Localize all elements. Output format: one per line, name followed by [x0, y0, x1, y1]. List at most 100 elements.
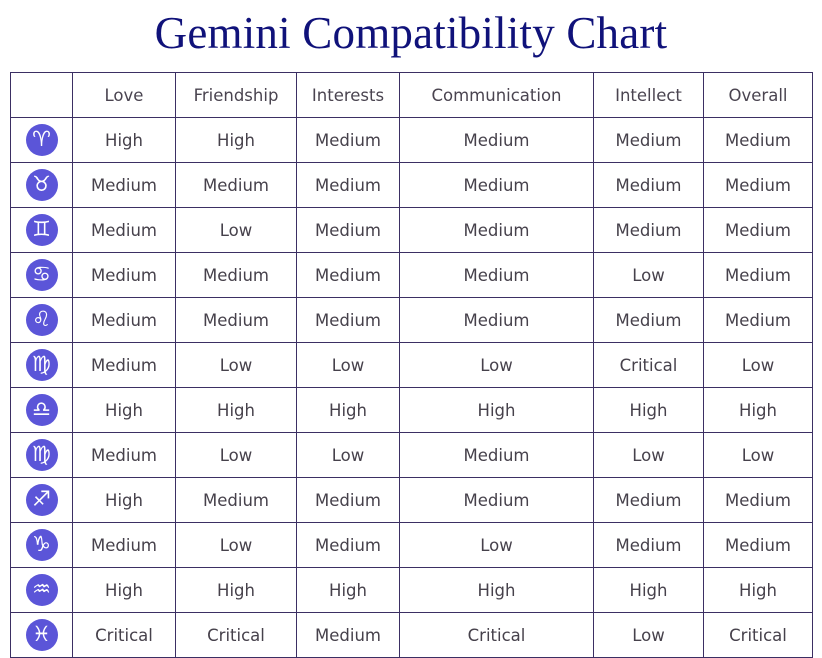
rating-cell: Medium	[399, 432, 594, 478]
rating-cell: Low	[296, 432, 400, 478]
rating-cell: Critical	[593, 342, 704, 388]
rating-cell: High	[175, 387, 297, 433]
rating-cell: Medium	[703, 207, 813, 253]
sign-cell: ♑	[10, 522, 73, 568]
rating-cell: Medium	[296, 522, 400, 568]
sign-cell: ♍	[10, 432, 73, 478]
rating-cell: Low	[296, 342, 400, 388]
table-row: ♉ Medium Medium Medium Medium Medium Medium	[10, 162, 813, 208]
rating-cell: Medium	[399, 162, 594, 208]
rating-cell: Medium	[72, 342, 176, 388]
rating-cell: Medium	[175, 252, 297, 298]
rating-cell: Low	[399, 522, 594, 568]
rating-cell: Low	[175, 342, 297, 388]
rating-cell: Medium	[296, 612, 400, 658]
sign-cell: ♎	[10, 387, 73, 433]
rating-cell: Medium	[296, 162, 400, 208]
rating-cell: High	[296, 387, 400, 433]
compatibility-table-wrapper: Love Friendship Interests Communication …	[10, 72, 813, 658]
rating-cell: High	[72, 567, 176, 613]
rating-cell: Medium	[593, 162, 704, 208]
taurus-icon: ♉	[25, 169, 58, 201]
rating-cell: Medium	[175, 297, 297, 343]
aquarius-icon: ♒	[25, 574, 58, 606]
header-intellect: Intellect	[593, 72, 704, 118]
rating-cell: Medium	[72, 297, 176, 343]
sign-cell: ♍	[10, 342, 73, 388]
header-love: Love	[72, 72, 176, 118]
sign-cell: ♈	[10, 117, 73, 163]
leo-icon: ♌	[25, 304, 58, 336]
table-row: ♐ High Medium Medium Medium Medium Medium	[10, 477, 813, 523]
virgo-icon: ♍	[25, 349, 58, 381]
rating-cell: Medium	[72, 252, 176, 298]
header-overall: Overall	[703, 72, 813, 118]
table-row: ♌ Medium Medium Medium Medium Medium Medium	[10, 297, 813, 343]
rating-cell: Medium	[175, 477, 297, 523]
rating-cell: Medium	[399, 252, 594, 298]
rating-cell: Low	[175, 207, 297, 253]
rating-cell: High	[72, 477, 176, 523]
table-row: ♒ High High High High High High	[10, 567, 813, 613]
rating-cell: Low	[593, 612, 704, 658]
pisces-icon: ♓	[25, 619, 58, 651]
rating-cell: Low	[703, 342, 813, 388]
sign-cell: ♐	[10, 477, 73, 523]
table-row: ♍ Medium Low Low Low Critical Low	[10, 342, 813, 388]
rating-cell: Medium	[399, 207, 594, 253]
rating-cell: Medium	[175, 162, 297, 208]
rating-cell: High	[175, 117, 297, 163]
rating-cell: Medium	[296, 477, 400, 523]
rating-cell: Low	[593, 432, 704, 478]
rating-cell: Medium	[593, 297, 704, 343]
rating-cell: Low	[703, 432, 813, 478]
table-row: ♈ High High Medium Medium Medium Medium	[10, 117, 813, 163]
rating-cell: Medium	[399, 297, 594, 343]
sign-cell: ♉	[10, 162, 73, 208]
table-row: ♋ Medium Medium Medium Medium Low Medium	[10, 252, 813, 298]
rating-cell: Medium	[703, 477, 813, 523]
page-title: Gemini Compatibility Chart	[154, 8, 668, 58]
sagittarius-icon: ♐	[25, 484, 58, 516]
sign-cell: ♓	[10, 612, 73, 658]
libra-icon: ♎	[25, 394, 58, 426]
rating-cell: Low	[175, 522, 297, 568]
rating-cell: Medium	[593, 117, 704, 163]
rating-cell: High	[703, 567, 813, 613]
table-row: ♓ Critical Critical Medium Critical Low Critic…	[10, 612, 813, 658]
gemini-icon: ♊	[25, 214, 58, 246]
rating-cell: Medium	[72, 522, 176, 568]
rating-cell: Medium	[399, 117, 594, 163]
rating-cell: Critical	[703, 612, 813, 658]
capricorn-icon: ♑	[25, 529, 58, 561]
table-row: ♎ High High High High High High	[10, 387, 813, 433]
sign-cell: ♒	[10, 567, 73, 613]
rating-cell: Medium	[72, 207, 176, 253]
header-interests: Interests	[296, 72, 400, 118]
rating-cell: Medium	[72, 162, 176, 208]
rating-cell: High	[399, 387, 594, 433]
rating-cell: High	[72, 387, 176, 433]
rating-cell: Medium	[593, 207, 704, 253]
rating-cell: Medium	[72, 432, 176, 478]
cancer-icon: ♋	[25, 259, 58, 291]
table-row: ♊ Medium Low Medium Medium Medium Medium	[10, 207, 813, 253]
sign-cell: ♌	[10, 297, 73, 343]
rating-cell: Medium	[399, 477, 594, 523]
rating-cell: Medium	[703, 522, 813, 568]
rating-cell: Medium	[296, 297, 400, 343]
rating-cell: Medium	[296, 117, 400, 163]
rating-cell: High	[175, 567, 297, 613]
table-row: ♑ Medium Low Medium Low Medium Medium	[10, 522, 813, 568]
rating-cell: Medium	[593, 477, 704, 523]
rating-cell: Medium	[593, 522, 704, 568]
header-sign-column	[10, 72, 73, 118]
rating-cell: Low	[175, 432, 297, 478]
header-communication: Communication	[399, 72, 594, 118]
rating-cell: Medium	[296, 207, 400, 253]
rating-cell: High	[593, 567, 704, 613]
rating-cell: Critical	[175, 612, 297, 658]
table-row: ♍ Medium Low Low Medium Low Low	[10, 432, 813, 478]
rating-cell: High	[593, 387, 704, 433]
rating-cell: Critical	[399, 612, 594, 658]
